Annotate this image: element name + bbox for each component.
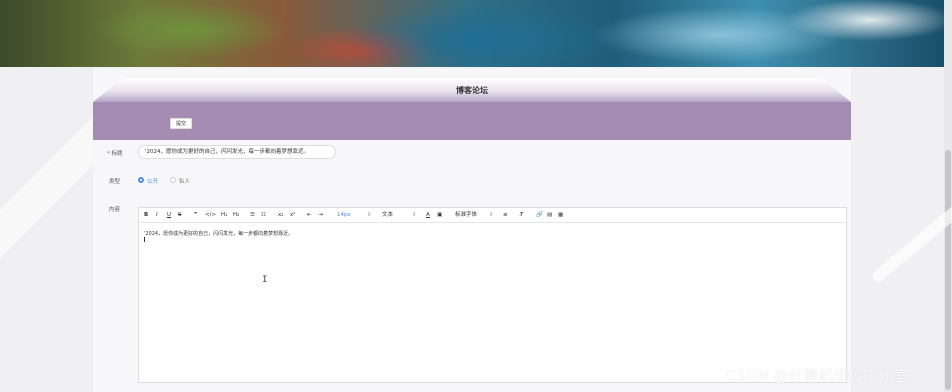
scrollbar-thumb[interactable] [945, 150, 951, 390]
underline-button[interactable]: U [167, 211, 171, 219]
quote-icon[interactable]: ❞ [194, 211, 197, 219]
editor-content[interactable]: '2024，愿你成为更好的自己，闪闪发光，每一步都向着梦想靠近。 [144, 230, 293, 237]
content-label: 内容 [109, 207, 121, 213]
align-icon[interactable]: ≡ [503, 211, 508, 219]
type-label: 类型 [109, 179, 121, 185]
chevron-down-icon[interactable]: ⇕ [489, 211, 494, 219]
font-size-select[interactable]: 14px [337, 211, 351, 219]
background-color-icon[interactable]: ▣ [437, 211, 442, 219]
link-icon[interactable]: 🔗 [536, 211, 543, 219]
watermark: CSDN @计算机毕设工作室 [726, 367, 909, 385]
page-title: 博客论坛 [456, 86, 488, 95]
h1-button[interactable]: H₁ [221, 211, 227, 219]
bullet-list-icon[interactable]: ☷ [261, 211, 266, 219]
background-decoration [870, 197, 952, 285]
radio-public[interactable] [138, 177, 144, 183]
font-family-select[interactable]: 标准字体 [455, 211, 477, 219]
code-icon[interactable]: </> [205, 211, 216, 219]
image-icon[interactable]: ▤ [547, 211, 552, 219]
subscript-button[interactable]: x₂ [278, 211, 283, 219]
bold-button[interactable]: B [144, 211, 148, 219]
text-caret [144, 237, 145, 242]
clear-format-icon[interactable]: T̸ [520, 211, 523, 219]
action-bar [93, 102, 851, 140]
outdent-icon[interactable]: ⇤ [307, 211, 312, 219]
banner-image [0, 0, 944, 67]
superscript-button[interactable]: x² [290, 211, 295, 219]
radio-public-label[interactable]: 公开 [147, 177, 158, 185]
text-cursor-icon: I [262, 275, 268, 285]
title-input[interactable]: '2024，愿你成为更好的自己，闪闪发光，每一步都向着梦想靠近。 [138, 145, 336, 159]
italic-button[interactable]: I [156, 211, 158, 219]
radio-private-label[interactable]: 私人 [179, 177, 190, 185]
indent-icon[interactable]: ⇥ [318, 211, 323, 219]
chevron-down-icon[interactable]: ⇕ [412, 211, 417, 219]
submit-button[interactable]: 提交 [170, 118, 192, 129]
paragraph-select[interactable]: 文本 [382, 211, 393, 219]
required-mark: * [107, 151, 110, 157]
radio-private[interactable] [170, 177, 176, 183]
strike-button[interactable]: S [178, 211, 182, 219]
title-label: * 标题 [107, 151, 123, 157]
h2-button[interactable]: H₂ [233, 211, 239, 219]
chevron-down-icon[interactable]: ⇕ [367, 211, 372, 219]
font-color-icon[interactable]: A [426, 211, 430, 219]
video-icon[interactable]: ▦ [558, 211, 563, 219]
ordered-list-icon[interactable]: ☰ [250, 211, 255, 219]
